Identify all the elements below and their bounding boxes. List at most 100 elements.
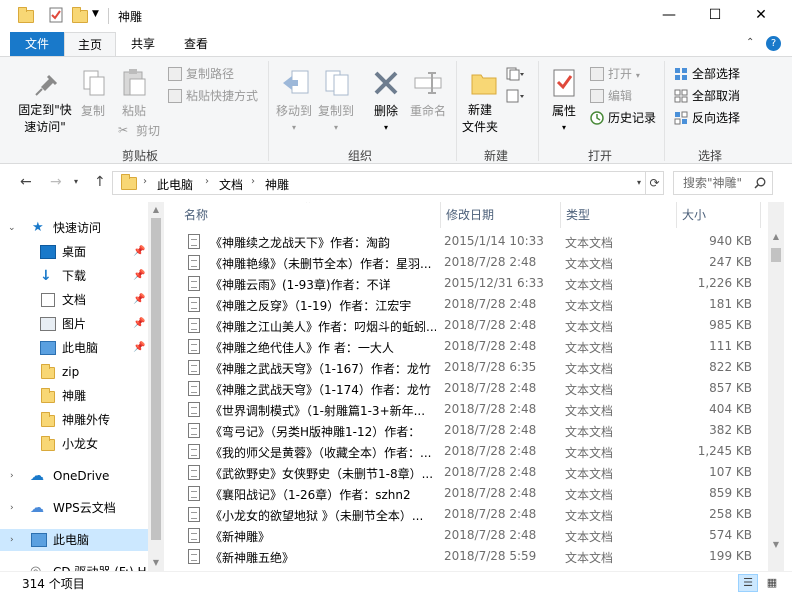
column-separator[interactable]	[676, 202, 677, 228]
column-separator[interactable]	[560, 202, 561, 228]
file-list-scrollbar-thumb[interactable]	[771, 248, 781, 262]
delete-button[interactable]: 删除 ▾	[366, 102, 406, 133]
scroll-down-icon[interactable]: ▼	[148, 558, 164, 567]
tab-share[interactable]: 共享	[120, 32, 166, 56]
file-row[interactable]: 《神雕之武战天穹》（1-174）作者：龙竹 2018/7/28 2:48 文本文档 8…	[164, 378, 764, 399]
select-all-button[interactable]: 全部选择	[692, 65, 740, 82]
nav-item-xiaolongnv[interactable]: 小龙女	[0, 433, 148, 455]
forward-button[interactable]: →	[50, 174, 62, 190]
close-button[interactable]: ✕	[738, 0, 784, 30]
nav-scrollbar-thumb[interactable]	[151, 218, 161, 540]
file-row[interactable]: 《神雕之反穿》（1-19）作者：江宏宇 2018/7/28 2:48 文本文档 181…	[164, 294, 764, 315]
pin-icon[interactable]: 📌	[133, 241, 145, 263]
nav-this-pc[interactable]: › 此电脑	[0, 529, 148, 551]
tab-file[interactable]: 文件	[10, 32, 64, 56]
pin-icon[interactable]: 📌	[133, 289, 145, 311]
rename-button[interactable]: 重命名	[406, 102, 450, 119]
nav-item-shendiao-waizhuan[interactable]: 神雕外传	[0, 409, 148, 431]
pin-quick-access-button[interactable]: 固定到"快速访问"	[14, 102, 76, 136]
scroll-up-icon[interactable]: ▲	[148, 205, 164, 214]
nav-item-pictures[interactable]: 图片 📌	[0, 313, 148, 335]
breadcrumb-current[interactable]: 神雕	[265, 176, 289, 193]
chevron-down-icon[interactable]: ▾	[637, 178, 641, 187]
nav-item-this-pc[interactable]: 此电脑 📌	[0, 337, 148, 359]
column-header-date[interactable]: 修改日期	[446, 206, 494, 223]
properties-button[interactable]: 属性 ▾	[544, 102, 584, 133]
column-header-size[interactable]: 大小	[682, 206, 706, 223]
file-row[interactable]: 《小龙女的欲望地狱 》（未删节全本）... 2018/7/28 2:48 文本文档 2…	[164, 504, 764, 525]
nav-scrollbar[interactable]: ▲ ▼	[148, 202, 164, 571]
copy-path-button[interactable]: 复制路径	[186, 65, 234, 82]
column-separator[interactable]	[760, 202, 761, 228]
nav-cd-drive[interactable]: ◎ CD 驱动器 (F:) H	[0, 561, 148, 571]
file-row[interactable]: 《神雕续之龙战天下》作者：淘韵 2015/1/14 10:33 文本文档 940 KB	[164, 231, 764, 252]
nav-quick-access[interactable]: ⌄ ★ 快速访问	[0, 217, 148, 239]
breadcrumb-this-pc[interactable]: 此电脑	[157, 176, 193, 193]
tab-view[interactable]: 查看	[172, 32, 220, 56]
move-to-button[interactable]: 移动到 ▾	[272, 102, 316, 133]
paste-shortcut-button[interactable]: 粘贴快捷方式	[186, 87, 258, 104]
chevron-right-icon[interactable]: ›	[10, 465, 14, 487]
scroll-up-icon[interactable]: ▲	[768, 232, 784, 241]
address-bar[interactable]: › 此电脑 › 文档 › 神雕 ▾	[112, 171, 646, 195]
nav-item-zip[interactable]: zip	[0, 361, 148, 383]
chevron-right-icon[interactable]: ›	[251, 176, 255, 187]
chevron-right-icon[interactable]: ›	[10, 529, 14, 551]
copy-to-button[interactable]: 复制到 ▾	[314, 102, 358, 133]
search-icon[interactable]	[754, 177, 766, 189]
file-row[interactable]: 《神雕之绝代佳人》作 者：一大人 2018/7/28 2:48 文本文档 111 KB	[164, 336, 764, 357]
back-button[interactable]: ←	[20, 174, 32, 190]
easy-access-icon[interactable]	[506, 89, 524, 103]
recent-locations-button[interactable]: ▾	[74, 177, 78, 186]
breadcrumb-documents[interactable]: 文档	[219, 176, 243, 193]
nav-item-shendiao[interactable]: 神雕	[0, 385, 148, 407]
column-separator[interactable]	[440, 202, 441, 228]
chevron-right-icon[interactable]: ›	[10, 497, 14, 519]
nav-item-desktop[interactable]: 桌面 📌	[0, 241, 148, 263]
file-row[interactable]: 《弯弓记》（另类H版神雕1-12）作者： 2018/7/28 2:48 文本文档 38…	[164, 420, 764, 441]
file-row[interactable]: 《我的师父是黄蓉》（收藏全本）作者：... 2018/7/28 2:48 文本文档 1…	[164, 441, 764, 462]
chevron-right-icon[interactable]: ›	[143, 176, 147, 187]
file-row[interactable]: 《神雕云雨》(1-93章)作者：不详 2015/12/31 6:33 文本文档 1,2…	[164, 273, 764, 294]
chevron-right-icon[interactable]: ›	[205, 176, 209, 187]
column-header-name[interactable]: 名称	[184, 206, 208, 223]
file-row[interactable]: 《神雕艳缘》（未删节全本）作者：星羽... 2018/7/28 2:48 文本文档 2…	[164, 252, 764, 273]
new-folder-icon[interactable]	[72, 7, 88, 23]
pin-icon[interactable]: 📌	[133, 313, 145, 335]
refresh-button[interactable]: ⟳	[646, 171, 664, 195]
file-row[interactable]: 《新神雕》 2018/7/28 2:48 文本文档 574 KB	[164, 525, 764, 546]
scroll-down-icon[interactable]: ▼	[768, 540, 784, 549]
pin-icon[interactable]: 📌	[133, 337, 145, 359]
open-button[interactable]: 打开 ▾	[608, 65, 640, 82]
maximize-button[interactable]: ☐	[692, 0, 738, 30]
select-none-button[interactable]: 全部取消	[692, 87, 740, 104]
file-row[interactable]: 《武欲野史》女侠野史（未删节1-8章）... 2018/7/28 2:48 文本文档…	[164, 462, 764, 483]
edit-button[interactable]: 编辑	[608, 87, 632, 104]
new-item-icon[interactable]	[506, 67, 524, 81]
search-input[interactable]: 搜索"神雕"	[673, 171, 773, 195]
column-header-type[interactable]: 类型	[566, 206, 590, 223]
copy-button[interactable]: 复制	[76, 102, 110, 119]
help-icon[interactable]: ?	[766, 36, 781, 51]
file-row[interactable]: 《襄阳战记》（1-26章）作者：szhn2 2018/7/28 2:48 文本文档 8…	[164, 483, 764, 504]
collapse-ribbon-icon[interactable]: ⌃	[746, 37, 754, 48]
file-row[interactable]: 《世界调制模式》（1-射雕篇1-3+新年... 2018/7/28 2:48 文本文…	[164, 399, 764, 420]
file-list-scrollbar[interactable]: ▲ ▼	[768, 202, 784, 571]
file-row[interactable]: 《新神雕五绝》 2018/7/28 5:59 文本文档 199 KB	[164, 546, 764, 567]
minimize-button[interactable]: —	[646, 0, 692, 30]
invert-selection-button[interactable]: 反向选择	[692, 109, 740, 126]
new-folder-button[interactable]: 新建 文件夹	[460, 102, 500, 136]
cut-button[interactable]: 剪切	[136, 122, 160, 139]
chevron-down-icon[interactable]: ⌄	[8, 217, 16, 239]
history-button[interactable]: 历史记录	[608, 109, 656, 126]
nav-item-documents[interactable]: 文档 📌	[0, 289, 148, 311]
customize-toolbar-icon[interactable]: ▼	[92, 9, 108, 25]
nav-wps-cloud[interactable]: › ☁ WPS云文档	[0, 497, 148, 519]
file-row[interactable]: 《神雕之武战天穹》（1-167）作者：龙竹 2018/7/28 6:35 文本文档 8…	[164, 357, 764, 378]
details-view-button[interactable]: ☰	[738, 574, 758, 592]
up-button[interactable]: ↑	[94, 174, 106, 190]
large-icons-view-button[interactable]: ▦	[762, 574, 782, 592]
tab-home[interactable]: 主页	[64, 32, 116, 56]
nav-onedrive[interactable]: › ☁ OneDrive	[0, 465, 148, 487]
file-row[interactable]: 《神雕之江山美人》作者：叼烟斗的蚯蚓... 2018/7/28 2:48 文本文档 9…	[164, 315, 764, 336]
